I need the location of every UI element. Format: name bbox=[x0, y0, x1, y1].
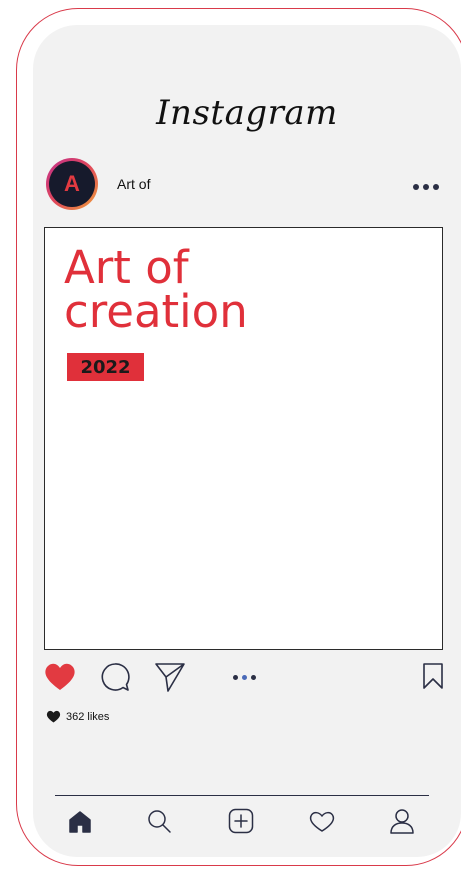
app-screen: Instagram A Art of Art of creation 2022 bbox=[33, 25, 461, 857]
likes-row[interactable]: 362 likes bbox=[46, 710, 109, 723]
post-username[interactable]: Art of bbox=[117, 176, 150, 192]
more-dot bbox=[423, 184, 429, 190]
post-image[interactable]: Art of creation 2022 bbox=[44, 227, 443, 650]
carousel-indicator bbox=[233, 675, 256, 680]
likes-count: 362 likes bbox=[66, 710, 110, 723]
post-title: Art of creation bbox=[64, 241, 248, 338]
more-options-icon[interactable] bbox=[413, 184, 439, 190]
avatar[interactable]: A bbox=[46, 158, 98, 210]
post-year-badge: 2022 bbox=[67, 353, 144, 381]
post-title-line-2: creation bbox=[64, 285, 248, 338]
likes-heart-icon bbox=[46, 710, 61, 723]
profile-icon[interactable] bbox=[388, 807, 416, 840]
paper-plane-icon[interactable] bbox=[153, 660, 187, 694]
more-dot bbox=[433, 184, 439, 190]
bottom-nav-divider bbox=[55, 795, 429, 796]
carousel-dot-active bbox=[242, 675, 247, 680]
avatar-inner: A bbox=[49, 161, 95, 207]
bookmark-icon[interactable] bbox=[422, 663, 444, 689]
more-dot bbox=[413, 184, 419, 190]
heart-filled-icon[interactable] bbox=[43, 662, 77, 692]
avatar-letter: A bbox=[64, 171, 80, 196]
instagram-logo: Instagram bbox=[156, 93, 338, 133]
home-icon[interactable] bbox=[67, 810, 93, 839]
carousel-dot bbox=[251, 675, 256, 680]
post-title-line-1: Art of bbox=[64, 241, 189, 294]
comment-bubble-icon[interactable] bbox=[100, 662, 130, 692]
carousel-dot bbox=[233, 675, 238, 680]
search-icon[interactable] bbox=[146, 808, 172, 839]
add-post-icon[interactable] bbox=[228, 808, 254, 839]
activity-heart-icon[interactable] bbox=[308, 811, 336, 838]
